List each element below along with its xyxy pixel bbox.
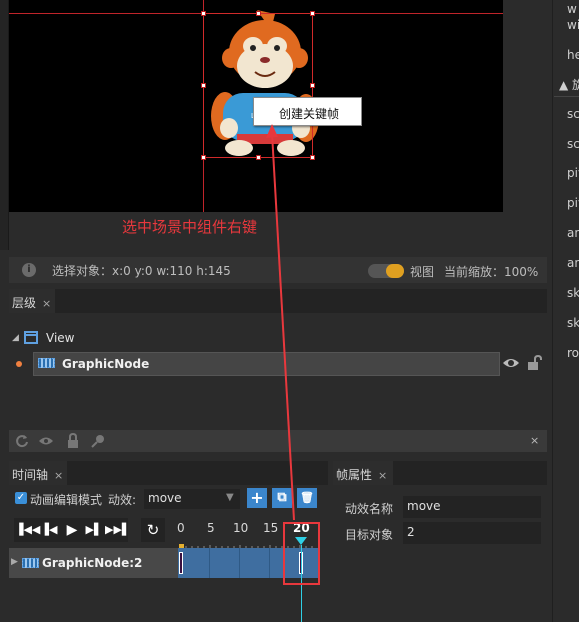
tree-item-view[interactable]: View — [46, 331, 74, 345]
frame-properties-tabbar: 帧属性 × — [333, 461, 547, 485]
filter-clear-icon[interactable]: × — [530, 434, 539, 447]
effect-name-field[interactable]: move — [403, 496, 541, 518]
info-icon: i — [22, 263, 36, 277]
zoom-label: 当前缩放：100% — [444, 265, 539, 279]
annotation-text: 选中场景中组件右键 — [122, 218, 258, 236]
expand-triangle-icon[interactable]: ▶ — [11, 557, 18, 567]
tab-frame-properties[interactable]: 帧属性 × — [333, 461, 393, 485]
property-label: sk — [567, 286, 579, 300]
panel-separator — [554, 96, 579, 97]
frame-divider — [209, 548, 210, 578]
dropdown-arrow-icon[interactable]: ▼ — [226, 492, 234, 503]
add-effect-button[interactable]: + — [247, 488, 267, 508]
edit-mode-label: 动画编辑模式 — [30, 493, 103, 507]
search-icon[interactable] — [91, 434, 105, 448]
tab-timeline-label: 时间轴 — [12, 468, 49, 482]
tick-label: 15 — [263, 521, 279, 535]
tick-label: 0 — [177, 521, 185, 535]
resize-handle-w[interactable] — [201, 83, 206, 88]
left-toolbar-strip — [0, 0, 9, 250]
track-label: GraphicNode:2 — [42, 556, 143, 570]
loop-icon[interactable]: ↻ — [141, 518, 165, 542]
timeline-tabbar: 时间轴 × — [9, 461, 328, 485]
lock-icon[interactable] — [526, 355, 542, 371]
property-label: an — [567, 256, 579, 270]
effect-name-key: 动效名称 — [345, 502, 394, 516]
next-frame-icon[interactable]: ▶▌ — [83, 518, 105, 542]
property-label: sk — [567, 316, 579, 330]
effect-label: 动效: — [108, 493, 137, 507]
first-frame-icon[interactable]: ▐◀◀ — [15, 518, 40, 542]
modified-dot-icon — [16, 361, 22, 367]
context-menu-create-keyframe[interactable]: 创建关键帧 — [253, 97, 362, 126]
property-label: piv — [567, 196, 579, 210]
property-label: sc — [567, 137, 579, 151]
view-node-icon — [24, 331, 38, 344]
resize-handle-e[interactable] — [310, 83, 315, 88]
view-label: 视图 — [410, 265, 435, 279]
frame-divider — [269, 548, 270, 578]
eye-icon[interactable] — [502, 357, 520, 369]
property-label: he — [567, 48, 579, 62]
tab-frame-properties-label: 帧属性 — [336, 468, 373, 482]
hierarchy-filter-bar — [9, 430, 547, 452]
property-label: an — [567, 226, 579, 240]
property-label: w — [567, 2, 577, 16]
last-frame-icon[interactable]: ▶▶▌ — [105, 518, 130, 542]
property-label: piv — [567, 166, 579, 180]
selection-box[interactable] — [201, 11, 315, 160]
lock-filter-icon[interactable] — [67, 433, 79, 448]
property-label: ro — [567, 346, 579, 360]
right-properties-panel: w wi he ▲ 旋 sc sc piv piv an an sk sk ro — [552, 0, 579, 622]
copy-effect-button[interactable]: ⧉ — [272, 488, 292, 508]
property-label: sc — [567, 107, 579, 121]
keyframe-start[interactable] — [179, 552, 183, 574]
view-toggle-knob[interactable] — [386, 264, 404, 278]
tab-timeline[interactable]: 时间轴 × — [9, 461, 67, 485]
close-icon[interactable]: × — [378, 469, 387, 482]
tab-hierarchy-label: 层级 — [12, 296, 37, 310]
section-header[interactable]: ▲ 旋 — [559, 76, 579, 93]
context-menu-item-label[interactable]: 创建关键帧 — [279, 107, 339, 121]
delete-effect-button[interactable]: 🗑 — [297, 488, 317, 508]
tick-label: 10 — [233, 521, 249, 535]
expand-triangle-icon[interactable]: ◢ — [12, 333, 19, 343]
close-icon[interactable]: × — [42, 297, 51, 310]
selection-info: 选择对象：x:0 y:0 w:110 h:145 — [52, 264, 231, 278]
view-node-icon-bar — [26, 334, 36, 336]
resize-handle-nw[interactable] — [201, 11, 206, 16]
graphic-node-icon — [38, 358, 55, 368]
frame-divider — [239, 548, 240, 578]
resize-handle-sw[interactable] — [201, 155, 206, 160]
target-key: 目标对象 — [345, 528, 394, 542]
prev-frame-icon[interactable]: ▐◀ — [38, 518, 60, 542]
tab-hierarchy[interactable]: 层级 × — [9, 289, 55, 313]
property-label: wi — [567, 18, 579, 32]
target-field[interactable]: 2 — [403, 522, 541, 544]
resize-handle-se[interactable] — [310, 155, 315, 160]
resize-handle-s[interactable] — [256, 155, 261, 160]
visibility-filter-icon[interactable] — [38, 435, 54, 447]
close-icon[interactable]: × — [54, 469, 63, 482]
refresh-icon[interactable] — [15, 434, 29, 448]
graphic-node-icon — [22, 558, 39, 568]
resize-handle-ne[interactable] — [310, 11, 315, 16]
hierarchy-tabbar: 层级 × — [9, 289, 547, 313]
resize-handle-n[interactable] — [256, 11, 261, 16]
edit-mode-checkbox[interactable]: ✓ — [15, 492, 27, 504]
tree-item-graphicnode-label: GraphicNode — [62, 357, 150, 371]
annotation-highlight-box — [283, 522, 320, 585]
tick-label: 5 — [207, 521, 215, 535]
play-icon[interactable]: ▶ — [61, 518, 83, 542]
